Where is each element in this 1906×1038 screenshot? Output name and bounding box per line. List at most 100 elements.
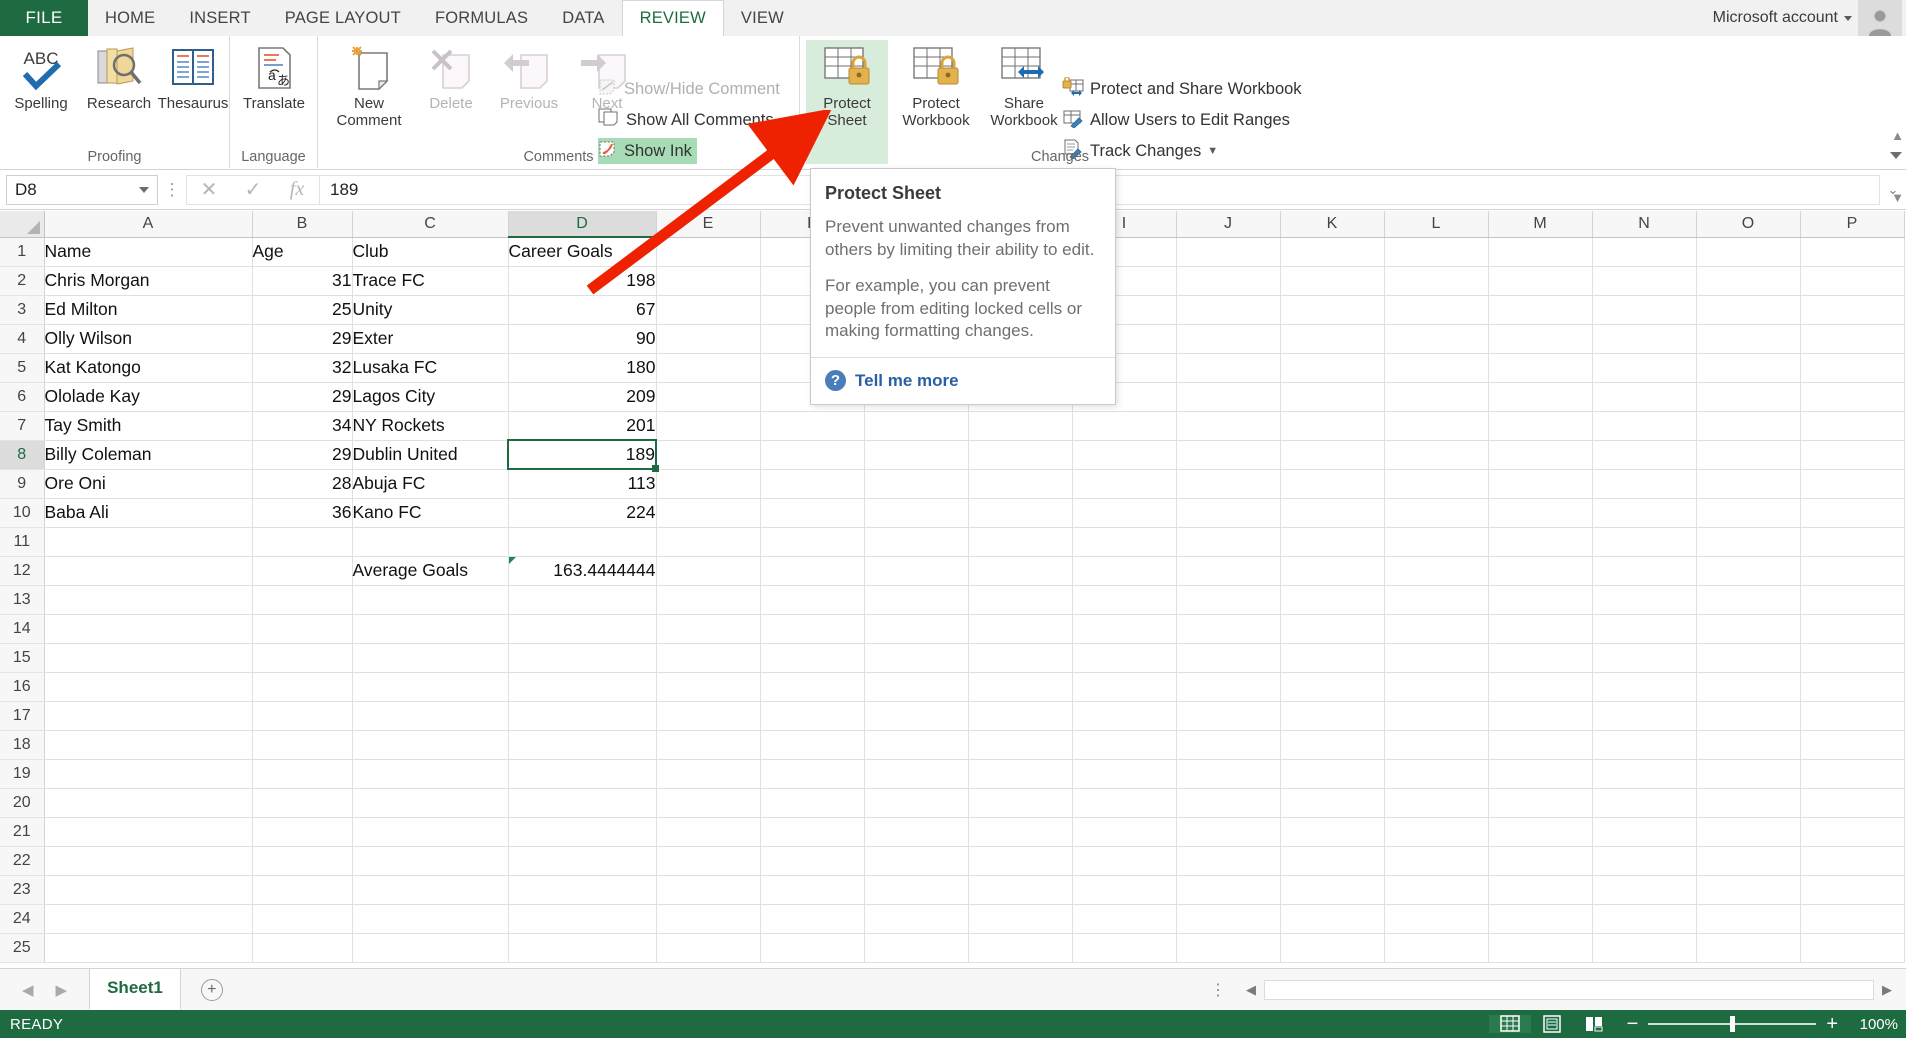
- cell-K18[interactable]: [1280, 730, 1384, 759]
- cell-J4[interactable]: [1176, 324, 1280, 353]
- cell-L17[interactable]: [1384, 701, 1488, 730]
- cell-E3[interactable]: [656, 295, 760, 324]
- cell-M10[interactable]: [1488, 498, 1592, 527]
- cell-H16[interactable]: [968, 672, 1072, 701]
- cell-A12[interactable]: [44, 556, 252, 585]
- column-header-D[interactable]: D: [508, 211, 656, 237]
- cell-P11[interactable]: [1800, 527, 1904, 556]
- cell-N9[interactable]: [1592, 469, 1696, 498]
- cell-O2[interactable]: [1696, 266, 1800, 295]
- cell-N18[interactable]: [1592, 730, 1696, 759]
- cell-A2[interactable]: Chris Morgan: [44, 266, 252, 295]
- cell-I13[interactable]: [1072, 585, 1176, 614]
- cell-C6[interactable]: Lagos City: [352, 382, 508, 411]
- cell-I21[interactable]: [1072, 817, 1176, 846]
- cell-E7[interactable]: [656, 411, 760, 440]
- scroll-right-icon[interactable]: ▶: [1874, 982, 1900, 998]
- cell-K6[interactable]: [1280, 382, 1384, 411]
- cell-D21[interactable]: [508, 817, 656, 846]
- prev-sheet-icon[interactable]: ◀: [22, 981, 34, 999]
- cell-N13[interactable]: [1592, 585, 1696, 614]
- cell-N21[interactable]: [1592, 817, 1696, 846]
- cell-C5[interactable]: Lusaka FC: [352, 353, 508, 382]
- cell-K4[interactable]: [1280, 324, 1384, 353]
- cell-P16[interactable]: [1800, 672, 1904, 701]
- cell-A22[interactable]: [44, 846, 252, 875]
- cell-B21[interactable]: [252, 817, 352, 846]
- cell-C1[interactable]: Club: [352, 237, 508, 266]
- cell-I14[interactable]: [1072, 614, 1176, 643]
- cell-K21[interactable]: [1280, 817, 1384, 846]
- cell-F9[interactable]: [760, 469, 864, 498]
- cell-J23[interactable]: [1176, 875, 1280, 904]
- cell-J14[interactable]: [1176, 614, 1280, 643]
- cell-J20[interactable]: [1176, 788, 1280, 817]
- cell-C12[interactable]: Average Goals: [352, 556, 508, 585]
- cell-F25[interactable]: [760, 933, 864, 962]
- cell-B12[interactable]: [252, 556, 352, 585]
- cell-A9[interactable]: Ore Oni: [44, 469, 252, 498]
- cell-C2[interactable]: Trace FC: [352, 266, 508, 295]
- cell-G14[interactable]: [864, 614, 968, 643]
- cell-E10[interactable]: [656, 498, 760, 527]
- cell-F15[interactable]: [760, 643, 864, 672]
- cell-G10[interactable]: [864, 498, 968, 527]
- cell-B14[interactable]: [252, 614, 352, 643]
- row-header-17[interactable]: 17: [0, 701, 44, 730]
- column-header-L[interactable]: L: [1384, 211, 1488, 237]
- cell-I16[interactable]: [1072, 672, 1176, 701]
- cell-J6[interactable]: [1176, 382, 1280, 411]
- cell-A14[interactable]: [44, 614, 252, 643]
- add-sheet-button[interactable]: +: [201, 979, 223, 1001]
- cell-J15[interactable]: [1176, 643, 1280, 672]
- cell-D16[interactable]: [508, 672, 656, 701]
- column-header-K[interactable]: K: [1280, 211, 1384, 237]
- cell-O3[interactable]: [1696, 295, 1800, 324]
- cell-E14[interactable]: [656, 614, 760, 643]
- column-header-N[interactable]: N: [1592, 211, 1696, 237]
- cell-I8[interactable]: [1072, 440, 1176, 469]
- cell-H20[interactable]: [968, 788, 1072, 817]
- row-header-2[interactable]: 2: [0, 266, 44, 295]
- cell-F12[interactable]: [760, 556, 864, 585]
- cell-N15[interactable]: [1592, 643, 1696, 672]
- cell-J25[interactable]: [1176, 933, 1280, 962]
- cell-K9[interactable]: [1280, 469, 1384, 498]
- cell-D22[interactable]: [508, 846, 656, 875]
- protect-and-share-workbook-button[interactable]: Protect and Share Workbook: [1062, 76, 1302, 102]
- cell-H25[interactable]: [968, 933, 1072, 962]
- cell-M4[interactable]: [1488, 324, 1592, 353]
- cell-M5[interactable]: [1488, 353, 1592, 382]
- cell-K10[interactable]: [1280, 498, 1384, 527]
- cell-M22[interactable]: [1488, 846, 1592, 875]
- cell-B22[interactable]: [252, 846, 352, 875]
- cell-H19[interactable]: [968, 759, 1072, 788]
- zoom-slider-knob[interactable]: [1730, 1016, 1735, 1032]
- cell-M14[interactable]: [1488, 614, 1592, 643]
- cell-A23[interactable]: [44, 875, 252, 904]
- collapse-ribbon-button[interactable]: [1890, 152, 1902, 159]
- cell-D9[interactable]: 113: [508, 469, 656, 498]
- cell-J8[interactable]: [1176, 440, 1280, 469]
- cell-C10[interactable]: Kano FC: [352, 498, 508, 527]
- research-button[interactable]: Research: [78, 40, 160, 113]
- cell-G11[interactable]: [864, 527, 968, 556]
- column-header-O[interactable]: O: [1696, 211, 1800, 237]
- chevron-down-icon[interactable]: [1844, 16, 1852, 21]
- cell-D12[interactable]: 163.4444444: [508, 556, 656, 585]
- cell-A3[interactable]: Ed Milton: [44, 295, 252, 324]
- cell-D25[interactable]: [508, 933, 656, 962]
- cell-G8[interactable]: [864, 440, 968, 469]
- cell-A13[interactable]: [44, 585, 252, 614]
- tab-formulas[interactable]: FORMULAS: [418, 0, 545, 36]
- cell-L8[interactable]: [1384, 440, 1488, 469]
- cell-B17[interactable]: [252, 701, 352, 730]
- page-layout-view-icon[interactable]: [1531, 1015, 1573, 1033]
- cell-D23[interactable]: [508, 875, 656, 904]
- cell-G13[interactable]: [864, 585, 968, 614]
- tab-home[interactable]: HOME: [88, 0, 172, 36]
- cell-O12[interactable]: [1696, 556, 1800, 585]
- cell-N8[interactable]: [1592, 440, 1696, 469]
- cell-A10[interactable]: Baba Ali: [44, 498, 252, 527]
- cell-A16[interactable]: [44, 672, 252, 701]
